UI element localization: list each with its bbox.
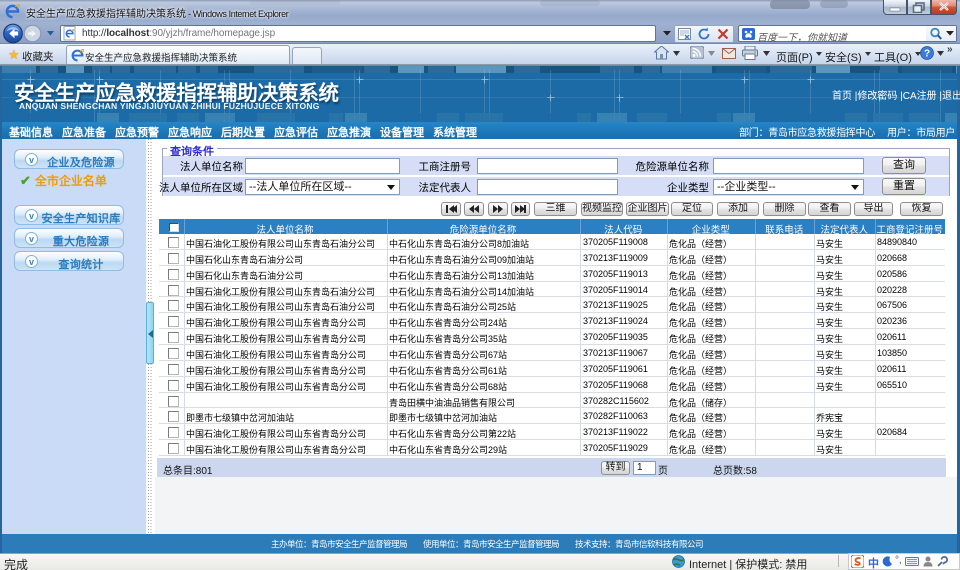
svg-text:?: ? [924,49,930,60]
